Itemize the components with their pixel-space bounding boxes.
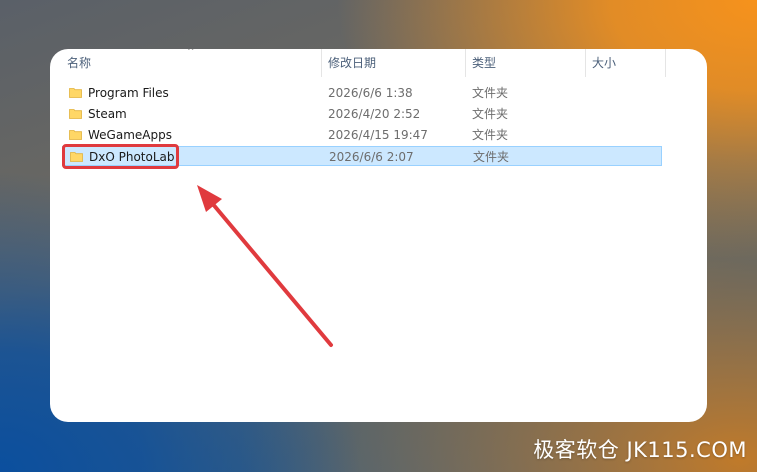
file-name: Steam <box>88 107 127 121</box>
file-date: 2026/6/6 1:38 <box>328 86 413 100</box>
file-name: WeGameApps <box>88 128 172 142</box>
column-header-size[interactable]: 大小 <box>586 49 666 77</box>
watermark-text: 极客软仓 JK115.COM <box>533 438 747 462</box>
column-divider[interactable] <box>665 49 666 77</box>
folder-icon <box>69 108 82 119</box>
file-type: 文件夹 <box>472 107 509 121</box>
column-header-name[interactable]: 名称 <box>61 49 321 77</box>
file-row-wegameapps[interactable]: WeGameApps 2026/4/15 19:47 文件夹 <box>62 125 662 145</box>
folder-icon <box>69 129 82 140</box>
file-name: Program Files <box>88 86 169 100</box>
file-date: 2026/6/6 2:07 <box>329 150 414 164</box>
file-type: 文件夹 <box>473 150 510 164</box>
annotation-highlight-box <box>62 144 179 169</box>
file-explorer-window: ^ 名称 修改日期 类型 大小 Program Files 2026/6/6 1… <box>50 49 707 422</box>
file-date: 2026/4/15 19:47 <box>328 128 428 142</box>
folder-icon <box>69 87 82 98</box>
file-type: 文件夹 <box>472 86 509 100</box>
column-header-bar: ^ 名称 修改日期 类型 大小 <box>50 49 707 77</box>
file-type: 文件夹 <box>472 128 509 142</box>
column-header-type[interactable]: 类型 <box>466 49 585 77</box>
file-date: 2026/4/20 2:52 <box>328 107 421 121</box>
file-row-steam[interactable]: Steam 2026/4/20 2:52 文件夹 <box>62 104 662 124</box>
file-row-program-files[interactable]: Program Files 2026/6/6 1:38 文件夹 <box>62 83 662 103</box>
column-header-date[interactable]: 修改日期 <box>322 49 465 77</box>
